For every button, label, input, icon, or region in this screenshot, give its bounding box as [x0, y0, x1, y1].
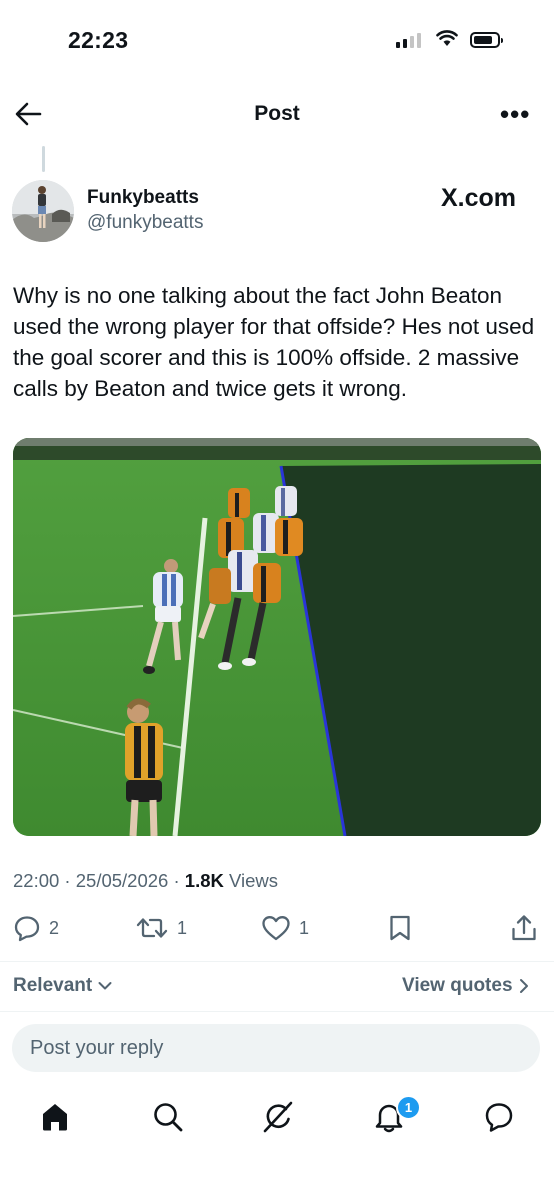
battery-icon — [470, 32, 503, 48]
view-quotes-label: View quotes — [402, 975, 513, 996]
share-button[interactable] — [510, 914, 538, 942]
status-time: 22:23 — [68, 27, 129, 53]
reply-icon — [14, 916, 40, 942]
sort-label: Relevant — [13, 975, 93, 996]
avatar[interactable] — [12, 180, 74, 242]
repost-button[interactable]: 1 — [135, 914, 187, 942]
wifi-icon — [436, 29, 458, 52]
sort-replies-dropdown[interactable]: Relevant — [13, 975, 112, 997]
post-date: 25/05/2026 — [75, 870, 169, 891]
grok-icon[interactable] — [261, 1100, 295, 1134]
x-com-badge: X.com — [441, 184, 517, 212]
chevron-right-icon — [519, 979, 528, 993]
messages-icon[interactable] — [482, 1100, 516, 1134]
search-icon[interactable] — [151, 1100, 185, 1134]
thread-connector-line — [42, 146, 45, 172]
reply-button[interactable]: 2 — [13, 914, 59, 942]
post-meta: 22:00 · 25/05/2026 · 1.8K Views — [13, 870, 279, 891]
divider — [0, 1011, 554, 1012]
like-count: 1 — [299, 917, 310, 938]
reply-count: 2 — [49, 917, 60, 938]
bookmark-button[interactable] — [388, 914, 412, 942]
author-display-name[interactable]: Funkybeatts — [87, 187, 199, 209]
heart-icon — [262, 916, 290, 941]
page-title: Post — [254, 102, 300, 125]
post-time: 22:00 — [13, 870, 60, 891]
views-label: Views — [229, 870, 279, 891]
repost-count: 1 — [177, 917, 188, 938]
post-text: Why is no one talking about the fact Joh… — [13, 283, 535, 401]
bookmark-icon — [390, 915, 410, 941]
view-quotes-link[interactable]: View quotes — [402, 975, 529, 997]
post-image[interactable] — [13, 438, 541, 836]
cellular-signal-icon — [396, 33, 421, 48]
reply-composer[interactable] — [12, 1024, 540, 1072]
reply-input[interactable] — [12, 1024, 540, 1072]
home-icon[interactable] — [38, 1100, 72, 1134]
repost-icon — [136, 918, 168, 938]
share-icon — [512, 915, 536, 941]
more-options-icon[interactable]: ••• — [500, 101, 530, 127]
chevron-down-icon — [98, 982, 112, 990]
author-handle[interactable]: @funkybeatts — [87, 212, 203, 234]
like-button[interactable]: 1 — [261, 914, 309, 942]
views-count: 1.8K — [184, 870, 224, 891]
notifications-badge: 1 — [396, 1095, 421, 1120]
divider — [0, 961, 554, 962]
